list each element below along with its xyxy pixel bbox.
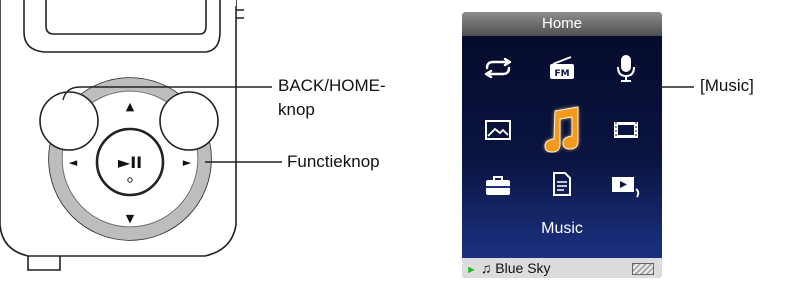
screen-title: Home [462,12,662,36]
music-note-icon[interactable] [538,100,586,156]
selected-item-label: Music [541,220,583,237]
back-home-button[interactable] [39,91,99,151]
option-button[interactable] [159,91,219,151]
now-playing-icon[interactable] [604,166,648,206]
back-home-label-line1: BACK/HOME- [278,76,386,95]
settings-icon[interactable] [476,166,520,206]
function-button-label: Functieknop [287,152,380,171]
back-home-label-line2: knop [278,100,315,119]
player-screen: Home FM Music ► ♫ Blue Sky [462,12,662,278]
player-illustration: ►II ▲ ▼ ◄ ► [0,0,694,271]
svg-text:FM: FM [554,69,569,79]
back-home-callout: BACK/HOME- knop [278,74,386,122]
shuffle-icon[interactable] [476,48,520,88]
right-arrow-glyph: ► [183,156,192,169]
left-arrow-glyph: ◄ [69,156,78,169]
now-playing-bar: ► ♫ Blue Sky [462,258,662,278]
fm-radio-icon[interactable]: FM [540,48,584,88]
now-playing-track: Blue Sky [495,260,551,276]
music-callout-label: [Music] [700,76,754,95]
down-arrow-glyph: ▼ [126,212,135,225]
video-icon[interactable] [604,110,648,150]
up-arrow-glyph: ▲ [126,100,135,113]
document-icon[interactable] [540,164,584,204]
play-indicator-icon: ► [466,264,477,276]
battery-icon [632,263,654,275]
play-pause-glyph: ►II [118,153,142,172]
photo-icon[interactable] [476,110,520,150]
microphone-icon[interactable] [604,48,648,88]
music-note-small-icon: ♫ [480,260,492,276]
